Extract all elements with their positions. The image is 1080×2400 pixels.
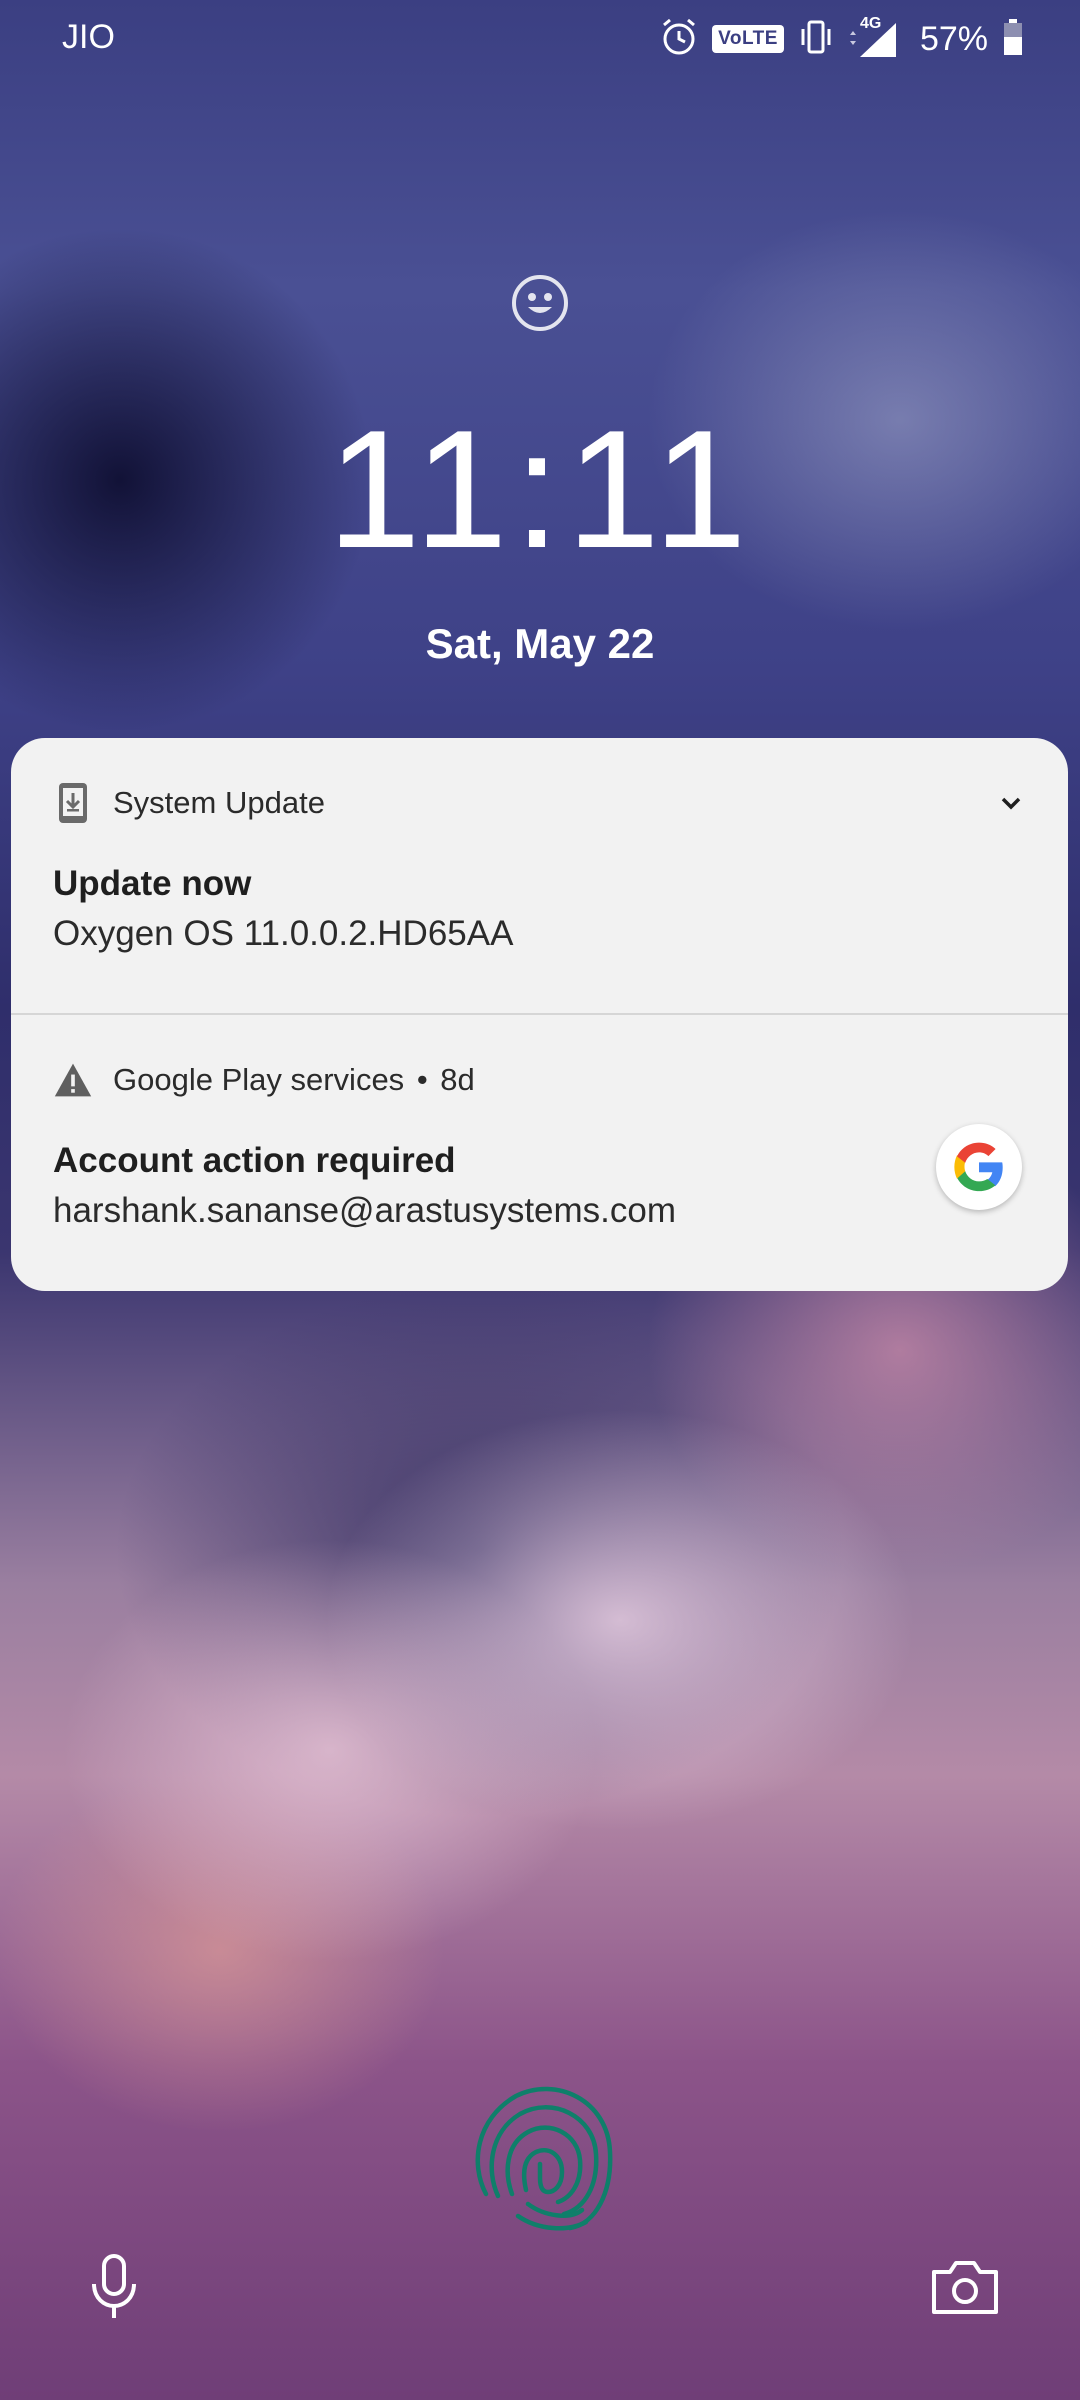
status-icons: VoLTE 4G 57% xyxy=(660,14,1024,64)
notification-system-update[interactable]: System Update Update now Oxygen OS 11.0.… xyxy=(11,738,1068,1013)
camera-icon[interactable] xyxy=(930,2258,1000,2316)
system-update-icon xyxy=(53,781,93,825)
notification-separator: • xyxy=(416,1062,428,1097)
notification-header: System Update xyxy=(53,778,325,828)
lockscreen-clock: 11:11 xyxy=(327,395,753,583)
warning-icon xyxy=(53,1058,93,1102)
notification-app-name: Google Play services xyxy=(113,1062,405,1097)
volte-icon: VoLTE xyxy=(712,25,784,53)
lockscreen-date: Sat, May 22 xyxy=(425,620,655,667)
notification-panel: System Update Update now Oxygen OS 11.0.… xyxy=(11,738,1068,1291)
smiley-icon[interactable] xyxy=(510,273,570,333)
fingerprint-icon[interactable] xyxy=(458,2074,622,2238)
chevron-down-icon[interactable] xyxy=(994,786,1028,820)
notification-text: harshank.sananse@arastusystems.com xyxy=(53,1191,677,1230)
google-logo-icon xyxy=(954,1142,1003,1192)
notification-app-name: System Update xyxy=(113,785,325,820)
notification-text: Oxygen OS 11.0.0.2.HD65AA xyxy=(53,914,514,953)
notification-title: Update now xyxy=(53,864,252,903)
battery-icon xyxy=(1002,17,1024,62)
carrier-name: JIO xyxy=(62,18,115,56)
mic-icon[interactable] xyxy=(86,2254,142,2320)
notification-age: 8d xyxy=(440,1062,475,1097)
notification-header: Google Play services • 8d xyxy=(53,1055,475,1105)
status-bar: JIO VoLTE 4G 57% xyxy=(0,0,1080,80)
notification-title: Account action required xyxy=(53,1141,456,1180)
network-type-label: 4G xyxy=(859,15,882,32)
battery-percentage: 57% xyxy=(919,19,988,58)
notification-google-play-services[interactable]: Google Play services • 8d Account action… xyxy=(11,1015,1068,1291)
alarm-icon xyxy=(660,17,698,62)
vibrate-icon xyxy=(798,17,834,62)
signal-4g-icon: 4G xyxy=(848,15,900,59)
google-logo-avatar xyxy=(936,1124,1022,1210)
